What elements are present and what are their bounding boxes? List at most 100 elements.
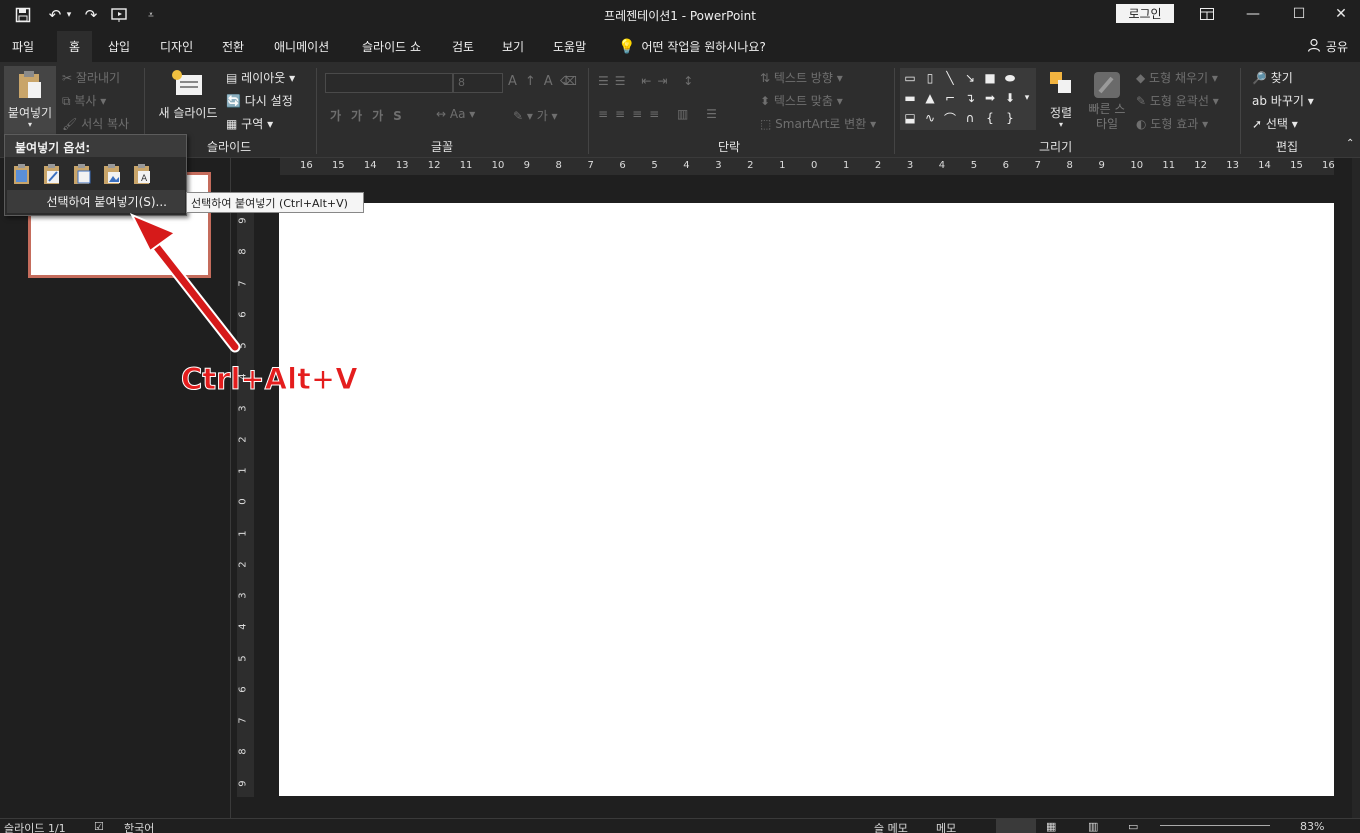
vertical-scrollbar[interactable] — [1352, 158, 1360, 818]
freeform-shape-icon[interactable]: ∿ — [922, 110, 938, 126]
tab-review[interactable]: 검토 — [440, 31, 486, 62]
down-arrow-shape-icon[interactable]: ⬇ — [1002, 90, 1018, 106]
paste-destination-theme-icon[interactable] — [11, 163, 33, 185]
vtextbox-shape-icon[interactable]: ▯ — [922, 70, 938, 86]
paste-picture-icon[interactable] — [101, 163, 123, 185]
shape-outline-button[interactable]: ✎ 도형 윤곽선 ▾ — [1136, 92, 1219, 109]
tab-help[interactable]: 도움말 — [541, 31, 598, 62]
ruler-tick-label: 14 — [363, 160, 377, 171]
replace-button[interactable]: ab 바꾸기 ▾ — [1252, 92, 1314, 109]
ruler-tick-label: 13 — [395, 160, 409, 171]
notes-button[interactable]: 슬 메모 — [874, 820, 908, 833]
shape-effects-button[interactable]: ◐ 도형 효과 ▾ — [1136, 115, 1208, 132]
paste-text-only-icon[interactable]: A — [131, 163, 153, 185]
select-button[interactable]: ➚ 선택 ▾ — [1252, 115, 1298, 132]
textbox-shape-icon[interactable]: ▭ — [902, 70, 918, 86]
maximize-icon[interactable]: ☐ — [1276, 0, 1322, 28]
font-name-box[interactable] — [325, 73, 453, 93]
shapes-gallery[interactable]: ▭ ▯ ╲ ↘ ■ ⬬ ▬ ▲ ⌐ ↴ ➡ ⬇ ⬓ ∿ ⌒ ∩ { } ▾ — [900, 68, 1036, 130]
undo-dropdown-icon[interactable]: ▾ — [64, 4, 74, 26]
char-spacing-icon[interactable]: ↔ Aa ▾ — [436, 107, 475, 121]
ruler-tick-label: 6 — [1002, 160, 1010, 171]
zoom-level[interactable]: 83% — [1300, 820, 1324, 833]
rectangle-shape-icon[interactable]: ■ — [982, 70, 998, 86]
tab-insert[interactable]: 삽입 — [96, 31, 142, 62]
slide-canvas[interactable] — [279, 203, 1334, 796]
customize-toolbar-icon[interactable]: ⩡ — [140, 4, 162, 26]
paste-source-format-icon[interactable] — [41, 163, 63, 185]
cut-button[interactable]: ✂ 잘라내기 — [62, 69, 120, 86]
clear-format-icon[interactable]: ⌫ — [560, 74, 577, 88]
tell-me-box[interactable]: 💡 어떤 작업을 원하시나요? — [606, 31, 778, 62]
tab-home[interactable]: 홈 — [57, 31, 93, 62]
login-button[interactable]: 로그인 — [1116, 4, 1174, 23]
format-painter-button[interactable]: 🖌 서식 복사 — [62, 115, 129, 132]
undo-icon[interactable]: ↶ — [44, 4, 66, 26]
spellcheck-icon[interactable]: ☑ — [94, 820, 104, 833]
slide-count: 슬라이드 1/1 — [4, 822, 66, 833]
ruler-tick-label: 10 — [1130, 160, 1144, 171]
elbow-connector-shape-icon[interactable]: ⌐ — [942, 90, 958, 106]
language-indicator[interactable]: 한국어 — [124, 820, 154, 833]
editing-group-label: 편집 — [1276, 140, 1299, 154]
align-text-button[interactable]: ⬍ 텍스트 맞춤 ▾ — [760, 92, 843, 109]
redo-icon[interactable]: ↷ — [80, 4, 102, 26]
line-shape-icon[interactable]: ╲ — [942, 70, 958, 86]
slideshow-view-icon[interactable]: ▭ — [1128, 820, 1138, 833]
quick-styles-button[interactable]: 빠른 스타일 — [1084, 66, 1130, 132]
save-icon[interactable] — [12, 4, 34, 26]
replace-label: 바꾸기 — [1270, 94, 1304, 108]
shapes-more-icon[interactable]: ▾ — [1020, 90, 1034, 106]
reset-button[interactable]: 🔄 다시 설정 — [226, 92, 293, 109]
ruler-tick-label: 3 — [906, 160, 914, 171]
find-button[interactable]: 🔎 찾기 — [1252, 69, 1293, 86]
ribbon-display-options-icon[interactable] — [1184, 0, 1230, 28]
oval-shape-icon[interactable]: ⬬ — [1002, 70, 1018, 86]
slideshow-start-icon[interactable] — [109, 4, 131, 26]
ruler-tick-label: 5 — [237, 654, 249, 662]
comments-button[interactable]: 메모 — [936, 820, 956, 833]
triangle-shape-icon[interactable]: ▲ — [922, 90, 938, 106]
elbow-arrow-shape-icon[interactable]: ↴ — [962, 90, 978, 106]
tab-transitions[interactable]: 전환 — [210, 31, 256, 62]
font-color-icon[interactable]: ✎ ▾ 가 ▾ — [513, 107, 558, 124]
tab-file[interactable]: 파일 — [0, 31, 46, 62]
right-arrow-shape-icon[interactable]: ➡ — [982, 90, 998, 106]
smartart-button[interactable]: ⬚ SmartArt로 변환 ▾ — [760, 115, 876, 132]
collapse-ribbon-icon[interactable]: ⌃ — [1346, 138, 1354, 149]
section-button[interactable]: ▦ 구역 ▾ — [226, 115, 273, 132]
shape-fill-button[interactable]: ◆ 도형 채우기 ▾ — [1136, 69, 1218, 86]
font-size-box[interactable]: 8 — [453, 73, 503, 93]
layout-button[interactable]: ▤ 레이아웃 ▾ — [226, 69, 295, 86]
zoom-slider[interactable] — [1160, 825, 1270, 826]
new-slide-button[interactable]: 새 슬라이드 — [152, 66, 224, 128]
paste-button[interactable]: 붙여넣기 ▾ — [4, 66, 56, 134]
rounded-rect-shape-icon[interactable]: ▬ — [902, 90, 918, 106]
right-brace-shape-icon[interactable]: } — [1002, 110, 1018, 126]
arrow-line-shape-icon[interactable]: ↘ — [962, 70, 978, 86]
arc-shape-icon[interactable]: ⌒ — [942, 110, 958, 126]
close-icon[interactable]: ✕ — [1318, 0, 1360, 28]
tab-design[interactable]: 디자인 — [148, 31, 205, 62]
tab-view[interactable]: 보기 — [490, 31, 536, 62]
arrange-label: 정렬 — [1049, 106, 1073, 120]
paste-embed-icon[interactable] — [71, 163, 93, 185]
flowchart-shape-icon[interactable]: ⬓ — [902, 110, 918, 126]
ruler-tick-label: 1 — [842, 160, 850, 171]
left-brace-shape-icon[interactable]: { — [982, 110, 998, 126]
minimize-icon[interactable]: — — [1230, 0, 1276, 28]
normal-view-icon[interactable] — [996, 819, 1036, 833]
share-button[interactable]: 공유 — [1307, 38, 1348, 55]
group-divider — [316, 68, 317, 154]
slide-sorter-icon[interactable]: ▦ — [1046, 820, 1056, 833]
arrange-button[interactable]: 정렬 ▾ — [1042, 66, 1080, 132]
list-buttons[interactable]: ☰☰ ⇤⇥ ↕ — [598, 74, 699, 88]
tab-animations[interactable]: 애니메이션 — [262, 31, 341, 62]
tab-slideshow[interactable]: 슬라이드 쇼 — [350, 31, 433, 62]
font-style-buttons[interactable]: 가가가S — [330, 107, 412, 124]
text-direction-button[interactable]: ⇅ 텍스트 방향 ▾ — [760, 69, 843, 86]
align-buttons[interactable]: ≡≡≡≡ ▥ ☰ — [598, 107, 724, 121]
curve-shape-icon[interactable]: ∩ — [962, 110, 978, 126]
reading-view-icon[interactable]: ▥ — [1088, 820, 1098, 833]
copy-button[interactable]: ⧉ 복사 ▾ — [62, 92, 106, 109]
